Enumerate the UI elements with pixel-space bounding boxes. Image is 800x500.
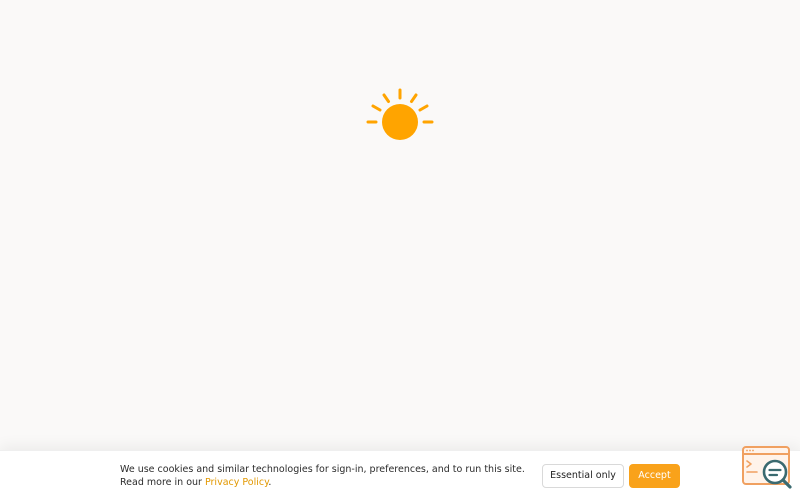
browser-search-widget[interactable] [741, 445, 793, 491]
cookie-banner: We use cookies and similar technologies … [0, 450, 800, 500]
cookie-message-period: . [268, 477, 272, 488]
browser-search-icon [742, 446, 792, 489]
loading-indicator [364, 86, 436, 146]
accept-button[interactable]: Accept [629, 464, 680, 488]
sun-icon [366, 88, 434, 140]
cookie-message-text: We use cookies and similar technologies … [120, 464, 525, 488]
page: We use cookies and similar technologies … [0, 0, 800, 500]
privacy-policy-link[interactable]: Privacy Policy [205, 477, 268, 488]
essential-only-button[interactable]: Essential only [542, 464, 624, 488]
cookie-message: We use cookies and similar technologies … [120, 463, 530, 489]
